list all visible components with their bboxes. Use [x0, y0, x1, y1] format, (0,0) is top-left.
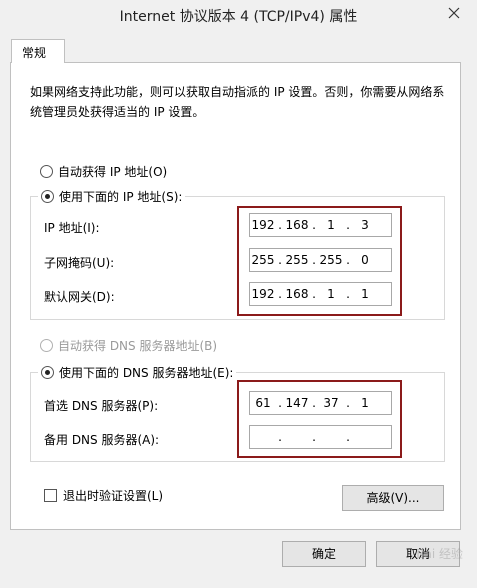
- dns-auto-label: 自动获得 DNS 服务器地址(B): [58, 339, 218, 353]
- tab-general[interactable]: 常规: [11, 39, 65, 63]
- dns-manual-label: 使用下面的 DNS 服务器地址(E):: [59, 366, 234, 380]
- default-gateway-label: 默认网关(D):: [44, 290, 115, 304]
- ip-auto-option[interactable]: 自动获得 IP 地址(O): [40, 163, 167, 180]
- window-title: Internet 协议版本 4 (TCP/IPv4) 属性: [119, 9, 358, 25]
- highlight-frame-dns: [237, 380, 402, 458]
- ip-manual-radio[interactable]: [41, 190, 54, 203]
- subnet-mask-label: 子网掩码(U):: [44, 256, 115, 270]
- close-button[interactable]: [439, 2, 469, 24]
- alternate-dns-label: 备用 DNS 服务器(A):: [44, 433, 160, 447]
- validate-option[interactable]: 退出时验证设置(L): [44, 487, 163, 504]
- dns-manual-option[interactable]: 使用下面的 DNS 服务器地址(E):: [38, 364, 237, 381]
- ip-manual-option[interactable]: 使用下面的 IP 地址(S):: [38, 188, 186, 205]
- highlight-frame-ip: [237, 206, 402, 316]
- ip-auto-label: 自动获得 IP 地址(O): [58, 165, 168, 179]
- dns-auto-radio[interactable]: [40, 339, 53, 352]
- description-text: 如果网络支持此功能，则可以获取自动指派的 IP 设置。否则，你需要从网络系统管理…: [30, 85, 445, 119]
- ip-address-label: IP 地址(I):: [44, 221, 100, 235]
- validate-checkbox[interactable]: [44, 489, 57, 502]
- tcpip-properties-dialog: Internet 协议版本 4 (TCP/IPv4) 属性 常规 如果网络支持此…: [0, 0, 477, 588]
- preferred-dns-label: 首选 DNS 服务器(P):: [44, 399, 159, 413]
- ip-manual-label: 使用下面的 IP 地址(S):: [59, 190, 183, 204]
- validate-label: 退出时验证设置(L): [63, 489, 164, 503]
- ok-button[interactable]: 确定: [282, 541, 366, 567]
- advanced-button[interactable]: 高级(V)...: [342, 485, 444, 511]
- watermark: Bai 经验: [416, 547, 463, 561]
- dns-manual-radio[interactable]: [41, 366, 54, 379]
- dns-auto-option[interactable]: 自动获得 DNS 服务器地址(B): [40, 337, 217, 354]
- ip-auto-radio[interactable]: [40, 165, 53, 178]
- close-icon: [448, 7, 460, 19]
- title-bar[interactable]: Internet 协议版本 4 (TCP/IPv4) 属性: [0, 0, 477, 32]
